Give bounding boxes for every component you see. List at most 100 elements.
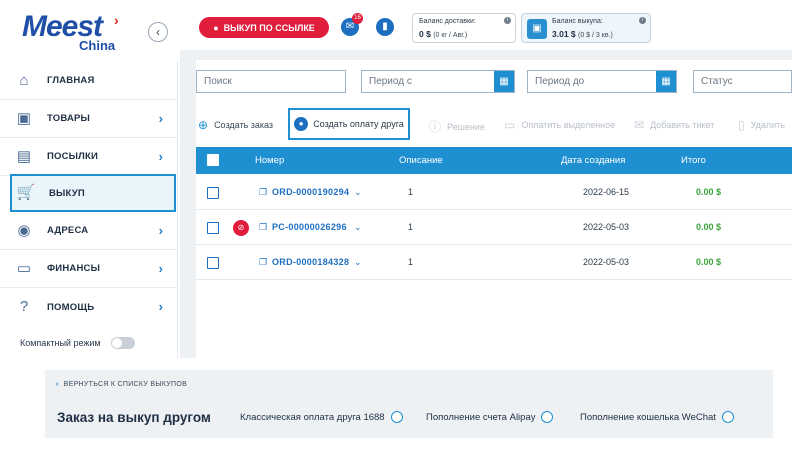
back-label: ВЕРНУТЬСЯ К СПИСКУ ВЫКУПОВ [63,381,188,388]
table-row[interactable]: ⊘ ❐ PC-00000026296 ⌄ 1 2022-05-03 0.00 $ [196,210,792,245]
row-checkbox[interactable] [207,257,219,269]
link-icon: ● [213,22,219,33]
meest-china-logo[interactable]: Meest › China [22,10,132,56]
calendar-icon[interactable]: ▦ [656,71,676,92]
buyout-balance-value: 3.01 $ (0 $ / 3 кв.) [552,29,613,39]
order-number[interactable]: PC-00000026296 [272,222,347,232]
delete-label: Удалить [750,120,785,130]
option-label: Пополнение кошелька WeChat [580,411,716,423]
sidebar-collapse-button[interactable]: ‹ [148,22,168,42]
create-friend-payment-label: Создать оплату друга [313,119,404,129]
chevron-right-icon: › [158,261,163,276]
header-description: Описание [399,155,443,166]
period-from-input[interactable]: Период с ▦ [361,70,515,93]
created-date: 2022-06-15 [583,187,630,197]
trash-icon: ▯ [738,118,745,132]
radio-button[interactable] [541,411,554,423]
create-order-button[interactable]: ⊕ Создать заказ [198,118,273,132]
order-number[interactable]: ORD-0000184328 [272,257,349,267]
sidebar-item-home[interactable]: ⌂ ГЛАВНАЯ [0,62,177,100]
period-to-input[interactable]: Период до ▦ [527,70,677,93]
create-order-label: Создать заказ [214,120,274,130]
alert-icon: ⓘ [429,120,442,134]
calendar-icon[interactable]: ▦ [494,71,514,92]
copy-icon[interactable]: ❐ [259,187,267,198]
option-label: Пополнение счета Alipay [426,411,536,423]
page-title: Заказ на выкуп другом [57,410,211,425]
buy-by-link-button[interactable]: ● ВЫКУП ПО ССЫЛКЕ [199,17,329,38]
compact-mode-toggle[interactable] [111,337,135,349]
delivery-balance-title: Баланс доставки: [419,18,476,25]
period-to-placeholder: Период до [535,76,585,87]
box-icon: ▤ [16,147,32,165]
delete-button[interactable]: ▯ Удалить [738,118,792,132]
option-label: Классическая оплата друга 1688 [240,411,385,423]
chevron-down-icon[interactable]: ⌄ [354,222,362,233]
copy-icon[interactable]: ❐ [259,257,267,268]
sidebar-item-label: ФИНАНСЫ [47,263,101,274]
sidebar-item-addresses[interactable]: ◉ АДРЕСА › [0,212,177,250]
row-checkbox[interactable] [207,187,219,199]
option-1688-payment[interactable]: Классическая оплата друга 1688 [240,411,403,423]
table-row[interactable]: ❐ ORD-0000184328 ⌄ 1 2022-05-03 0.00 $ [196,245,792,280]
order-number[interactable]: ORD-0000190294 [272,187,349,197]
buyout-balance-title: Баланс выкупа: [552,18,603,25]
chevron-left-icon: ‹ [56,381,59,388]
select-all-checkbox[interactable] [207,154,219,166]
sidebar-item-label: ТОВАРЫ [47,113,91,124]
chevron-left-icon: ‹ [156,25,160,39]
description: 1 [408,257,414,267]
plus-circle-icon: ⊕ [198,118,209,132]
sidebar-item-label: АДРЕСА [47,225,89,236]
copy-icon[interactable]: ❐ [259,222,267,233]
logo-mark-icon: › [114,12,119,28]
info-icon: i [504,17,511,24]
chevron-right-icon: › [158,149,163,164]
sidebar-item-buyout[interactable]: 🛒 ВЫКУП [10,174,176,212]
radio-button[interactable] [390,411,403,423]
status-select[interactable]: Статус [693,70,792,93]
logo-subtext: China [79,38,116,53]
created-date: 2022-05-03 [583,222,630,232]
option-alipay-topup[interactable]: Пополнение счета Alipay [426,411,554,423]
header-number: Номер [255,155,285,166]
sidebar-item-goods[interactable]: ▣ ТОВАРЫ › [0,100,177,138]
solution-label: Решение [447,121,485,132]
total-amount: 0.00 $ [696,222,722,232]
search-input[interactable]: Поиск [196,70,346,93]
header-created: Дата создания [561,155,626,166]
chevron-down-icon[interactable]: ⌄ [354,257,362,268]
table-header: Номер Описание Дата создания Итого [196,147,792,174]
chevron-right-icon: › [158,299,163,314]
solution-button[interactable]: ⓘ Решение [429,118,485,135]
description: 1 [408,187,414,197]
chevron-right-icon: › [158,111,163,126]
add-ticket-button[interactable]: ✉ Добавить тикет [634,118,714,132]
total-amount: 0.00 $ [696,187,722,197]
pay-selected-button[interactable]: ▭ Оплатить выделенное [504,118,615,132]
created-date: 2022-05-03 [583,257,630,267]
period-from-placeholder: Период с [369,76,412,87]
buyout-balance-card[interactable]: ▣ Баланс выкупа: 3.01 $ (0 $ / 3 кв.) i [521,13,651,43]
sidebar-item-parcels[interactable]: ▤ ПОСЫЛКИ › [0,138,177,176]
table-row[interactable]: ❐ ORD-0000190294 ⌄ 1 2022-06-15 0.00 $ [196,175,792,210]
sidebar-item-label: ПОМОЩЬ [47,301,95,313]
mail-count-badge: 16 [352,13,363,24]
info-icon: i [639,17,646,24]
radio-button[interactable] [721,411,734,423]
create-friend-payment-button[interactable]: ● Создать оплату друга [288,108,410,140]
sidebar: ⌂ ГЛАВНАЯ ▣ ТОВАРЫ › ▤ ПОСЫЛКИ › 🛒 ВЫКУП… [0,62,178,358]
sidebar-item-label: ВЫКУП [49,187,85,199]
sidebar-item-finance[interactable]: ▭ ФИНАНСЫ › [0,250,177,288]
back-to-buyouts-link[interactable]: ‹ ВЕРНУТЬСЯ К СПИСКУ ВЫКУПОВ [56,381,187,388]
option-wechat-topup[interactable]: Пополнение кошелька WeChat [580,411,734,423]
row-checkbox[interactable] [207,222,219,234]
delivery-balance-value: 0 $ (0 кг / Авг.) [419,29,468,39]
book-icon[interactable]: ▮ [376,18,394,36]
delivery-balance-card[interactable]: Баланс доставки: 0 $ (0 кг / Авг.) i [412,13,516,43]
chevron-down-icon[interactable]: ⌄ [354,187,362,198]
location-icon: ◉ [17,221,31,239]
add-ticket-label: Добавить тикет [650,120,715,130]
wallet-icon: ▭ [16,259,32,277]
sidebar-item-help[interactable]: ? ПОМОЩЬ › [0,288,177,326]
